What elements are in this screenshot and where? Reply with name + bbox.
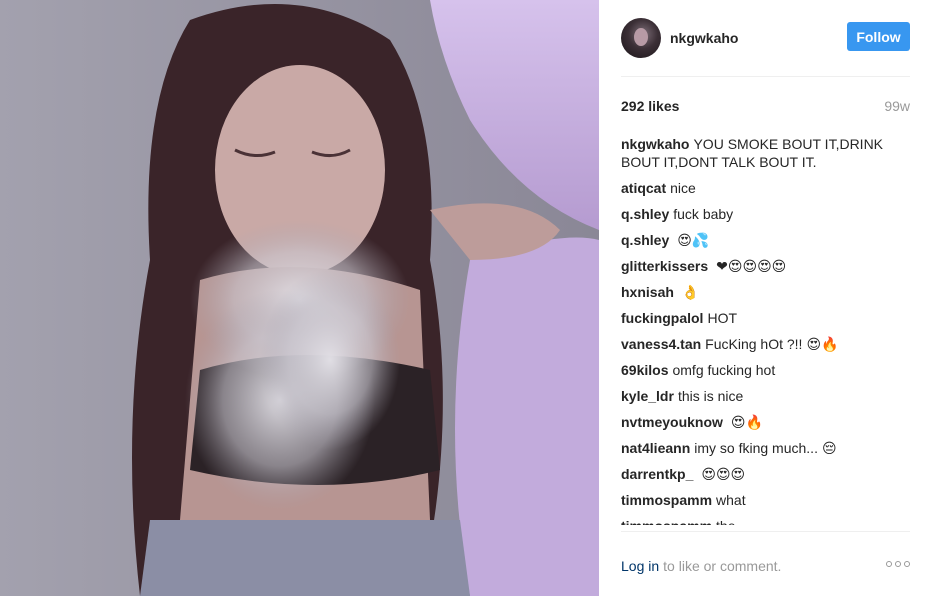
comment-username[interactable]: kyle_ldr [621,388,674,404]
comment-username[interactable]: atiqcat [621,180,666,196]
comment-username[interactable]: q.shley [621,206,669,222]
comment-text: nice [670,180,696,196]
avatar[interactable] [621,18,661,58]
comment-item: nat4lieann imy so fking much... 😔 [621,439,910,458]
comment-item: q.shley fuck baby [621,205,910,224]
post-age[interactable]: 99w [884,98,910,114]
comment-emoji: 😍🔥 [806,337,839,353]
comment-item: 69kilos omfg fucking hot [621,361,910,380]
comment-username[interactable]: vaness4.tan [621,336,701,352]
comment-emoji: 😍💦 [677,233,710,249]
comment-text: omfg fucking hot [672,362,776,378]
comment-item: fuckingpalol HOT [621,309,910,328]
comment-item: timmospamm what [621,491,910,510]
comment-text: fuck baby [673,206,734,222]
more-options-icon[interactable] [886,561,910,567]
comment-item: q.shley 😍💦 [621,231,910,250]
comment-username[interactable]: nvtmeyouknow [621,414,723,430]
comment-username[interactable]: hxnisah [621,284,674,300]
login-link[interactable]: Log in [621,558,659,574]
comment-item: nkgwkaho YOU SMOKE BOUT IT,DRINK BOUT IT,… [621,135,910,172]
comment-emoji: 😍🔥 [730,415,763,431]
comment-footer: Log in to like or comment. [621,557,910,575]
comment-text: the [716,518,735,525]
post-side-panel: nkgwkaho Follow 292 likes 99w nkgwkaho YO… [599,0,932,596]
comment-item: glitterkissers ❤😍😍😍😍 [621,257,910,276]
comment-emoji: 😍😍😍 [701,467,746,483]
comment-item: darrentkp_ 😍😍😍 [621,465,910,484]
comment-item: kyle_ldr this is nice [621,387,910,406]
post-header: nkgwkaho Follow [621,16,910,60]
divider [621,76,910,77]
comments-list: nkgwkaho YOU SMOKE BOUT IT,DRINK BOUT IT,… [621,135,910,525]
comment-item: timmospamm the [621,517,910,525]
comment-text: what [716,492,746,508]
comment-emoji: 😔 [821,441,837,457]
divider [621,531,910,532]
post-photo[interactable] [0,0,599,596]
comment-text: this is nice [677,388,744,404]
comment-item: hxnisah 👌 [621,283,910,302]
comment-username[interactable]: glitterkissers [621,258,708,274]
instagram-post: nkgwkaho Follow 292 likes 99w nkgwkaho YO… [0,0,932,596]
comment-username[interactable]: fuckingpalol [621,310,703,326]
comment-item: vaness4.tan FucKing hOt ?!! 😍🔥 [621,335,910,354]
likes-row: 292 likes 99w [621,97,910,115]
comment-username[interactable]: 69kilos [621,362,668,378]
comment-username[interactable]: q.shley [621,232,669,248]
likes-count[interactable]: 292 likes [621,98,679,114]
photo-illustration [0,0,599,596]
comment-username[interactable]: timmospamm [621,492,712,508]
follow-button[interactable]: Follow [847,22,910,51]
comment-username[interactable]: nkgwkaho [621,136,689,152]
comment-item: atiqcat nice [621,179,910,198]
comment-username[interactable]: darrentkp_ [621,466,693,482]
post-username[interactable]: nkgwkaho [670,30,738,46]
comment-text: imy so fking much... [694,440,818,456]
comment-emoji: 👌 [681,285,700,301]
comment-username[interactable]: timmospamm [621,518,712,525]
comment-username[interactable]: nat4lieann [621,440,690,456]
comment-item: nvtmeyouknow 😍🔥 [621,413,910,432]
login-prompt-text: to like or comment. [663,558,782,574]
comment-text: FucKing hOt ?!! [705,336,803,352]
comment-text: HOT [707,310,738,326]
comment-emoji: ❤😍😍😍😍 [716,259,787,275]
